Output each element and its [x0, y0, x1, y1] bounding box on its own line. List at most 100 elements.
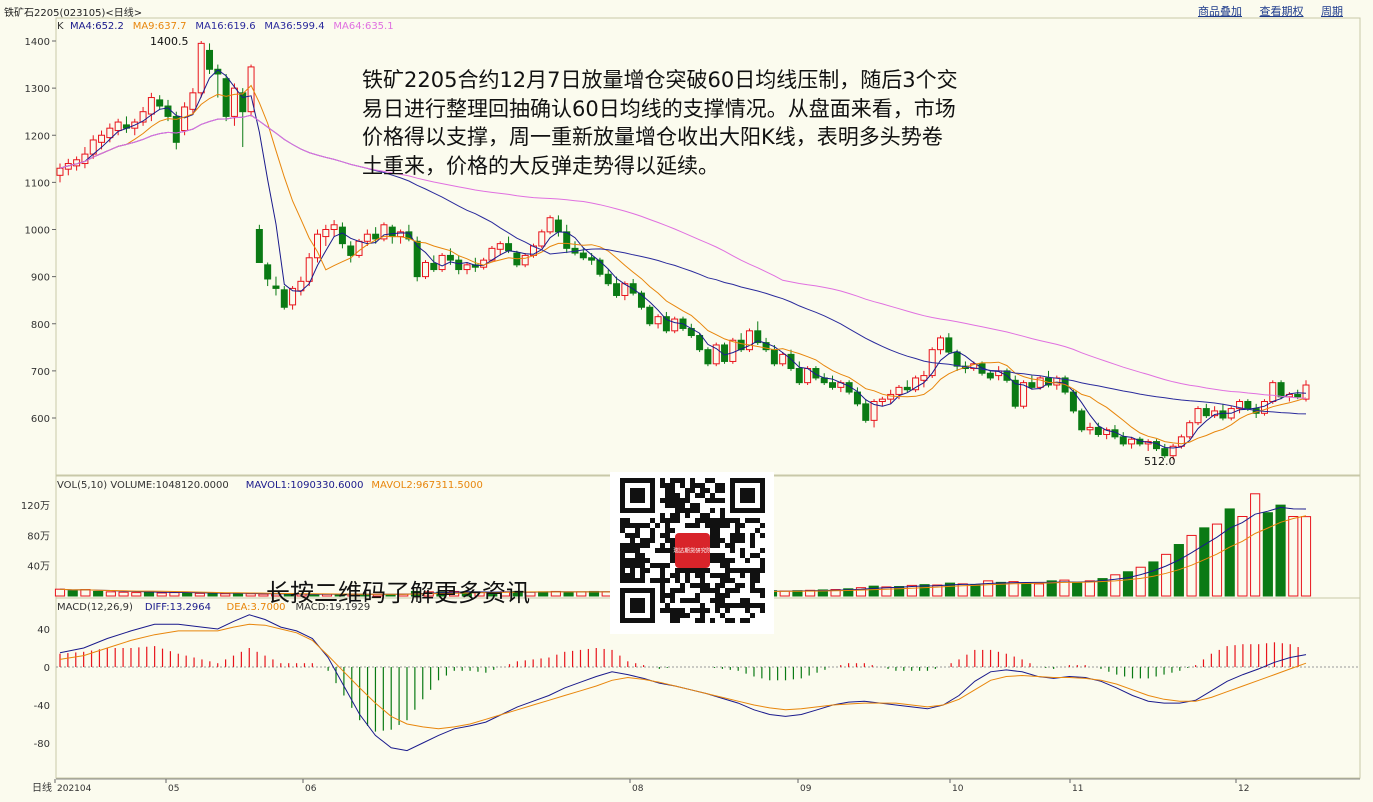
- qr-module: [675, 573, 680, 578]
- qr-module: [715, 518, 720, 523]
- qr-module: [695, 573, 700, 578]
- volume-bar: [1122, 571, 1134, 597]
- qr-module: [665, 578, 670, 583]
- qr-module: [675, 513, 680, 518]
- qr-module: [705, 588, 710, 593]
- analysis-annotation: 铁矿2205合约12月7日放量增仓突破60日均线压制，随后3个交易日进行整理回抽…: [362, 68, 958, 178]
- candle-body: [264, 264, 272, 280]
- qr-module: [750, 588, 755, 593]
- volume-bar: [169, 592, 180, 597]
- qr-module: [750, 568, 755, 573]
- qr-module: [660, 563, 665, 568]
- qr-module: [760, 608, 765, 613]
- macd-y-axis: 40 0 -40 -80: [34, 625, 50, 750]
- qr-module: [660, 583, 665, 588]
- candle-body: [1128, 438, 1136, 445]
- qr-module: [745, 558, 750, 563]
- qr-module: [710, 573, 715, 578]
- qr-module: [705, 478, 710, 483]
- qr-module: [695, 593, 700, 598]
- qr-module: [735, 528, 740, 533]
- qr-module: [620, 518, 625, 523]
- qr-module: [755, 518, 760, 523]
- qr-module: [715, 608, 720, 613]
- qr-module: [745, 568, 750, 573]
- qr-module: [680, 483, 685, 488]
- candle-body: [1294, 393, 1302, 398]
- qr-module: [665, 523, 670, 528]
- qr-module: [705, 488, 710, 493]
- volume-bar: [245, 593, 256, 597]
- qr-module: [630, 573, 635, 578]
- candle-body: [521, 254, 529, 266]
- legend-item: MA64:635.1: [333, 21, 393, 32]
- qr-module: [720, 523, 725, 528]
- qr-module: [740, 583, 745, 588]
- qr-module: [630, 568, 635, 573]
- qr-module: [715, 598, 720, 603]
- qr-module: [685, 488, 690, 493]
- qr-module: [670, 528, 675, 533]
- qr-module: [725, 618, 730, 623]
- volume-bar: [1275, 504, 1286, 597]
- qr-module: [720, 598, 725, 603]
- qr-module: [650, 518, 655, 523]
- qr-module: [750, 573, 755, 578]
- qr-module: [750, 543, 755, 548]
- candle-body: [554, 219, 562, 233]
- qr-module: [665, 518, 670, 523]
- qr-module: [640, 558, 645, 563]
- qr-module: [695, 483, 700, 488]
- volume-bar: [1199, 527, 1210, 597]
- qr-module: [660, 568, 665, 573]
- qr-module: [750, 553, 755, 558]
- qr-code-image: 瑞达期货研究院: [620, 478, 765, 623]
- price-tick-label: 900: [31, 273, 50, 284]
- qr-module: [695, 518, 700, 523]
- candle-body: [496, 243, 504, 250]
- qr-module: [695, 598, 700, 603]
- volume-bar: [1033, 583, 1045, 597]
- candle-body: [795, 368, 803, 384]
- qr-module: [745, 598, 750, 603]
- candle-body: [986, 372, 994, 379]
- qr-module: [730, 548, 735, 553]
- qr-module: [735, 588, 740, 593]
- candle-body: [804, 368, 812, 384]
- candle-body: [588, 257, 596, 261]
- qr-module: [670, 483, 675, 488]
- qr-code[interactable]: 瑞达期货研究院: [610, 472, 774, 634]
- price-tick-label: 1100: [25, 178, 50, 189]
- qr-module: [640, 563, 645, 568]
- qr-module: [755, 578, 760, 583]
- qr-module: [690, 523, 695, 528]
- qr-module: [735, 533, 740, 538]
- volume-bar: [1288, 516, 1299, 597]
- candle-body: [56, 167, 64, 176]
- candle-body: [222, 78, 230, 117]
- qr-module: [755, 588, 760, 593]
- price-y-axis: 1400 1300 1200 1100 1000 900 800 700 600: [25, 37, 56, 425]
- qr-module: [630, 523, 635, 528]
- candle-body: [646, 306, 654, 325]
- volume-bar: [156, 592, 167, 597]
- qr-module: [690, 503, 695, 508]
- candle-body: [704, 349, 712, 365]
- qr-module: [735, 603, 740, 608]
- candle-body: [98, 134, 106, 143]
- qr-module: [675, 588, 680, 593]
- volume-bar: [1161, 553, 1172, 597]
- qr-module: [750, 603, 755, 608]
- qr-module: [720, 508, 725, 513]
- qr-module: [655, 548, 660, 553]
- qr-module: [655, 523, 660, 528]
- volume-bar: [182, 592, 193, 597]
- price-indicator-letter: K: [57, 21, 64, 32]
- qr-module: [740, 548, 745, 553]
- qr-module: [665, 603, 670, 608]
- qr-module: [685, 573, 690, 578]
- qr-module: [730, 518, 735, 523]
- qr-finder-eye: [630, 488, 645, 503]
- candle-body: [1277, 382, 1285, 398]
- legend-item: MA4:652.2: [70, 21, 124, 32]
